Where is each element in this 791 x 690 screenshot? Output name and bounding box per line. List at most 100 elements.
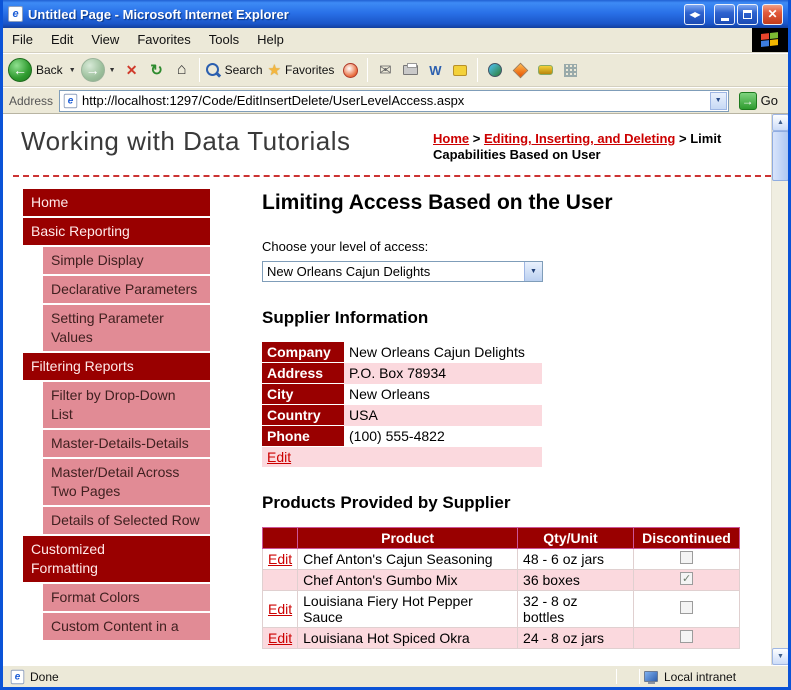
sidebar-item-filter-by-drop-down-list[interactable]: Filter by Drop-Down List xyxy=(43,382,210,428)
toolbar-separator xyxy=(198,58,200,82)
breadcrumb-separator: > xyxy=(472,131,481,146)
scrollbar-thumb[interactable] xyxy=(772,131,788,181)
menu-file[interactable]: File xyxy=(3,28,42,52)
status-page-icon: e xyxy=(10,669,25,684)
menu-edit[interactable]: Edit xyxy=(42,28,82,52)
standard-toolbar: ← Back ▼ → ▼ ✕ ↻ ⌂ Search ★ Favorites ✉ … xyxy=(3,53,788,87)
breadcrumb-section-link[interactable]: Editing, Inserting, and Deleting xyxy=(484,131,675,146)
media-button[interactable] xyxy=(339,59,361,81)
breadcrumb-separator: > xyxy=(679,131,687,146)
back-dropdown-icon[interactable]: ▼ xyxy=(67,67,78,74)
menu-spacer xyxy=(293,28,752,52)
menu-help[interactable]: Help xyxy=(248,28,293,52)
mail-icon[interactable]: ✉ xyxy=(374,59,396,81)
breadcrumb-home-link[interactable]: Home xyxy=(433,131,469,146)
edit-with-word-icon[interactable]: W xyxy=(424,59,446,81)
address-dropdown-button[interactable]: ▼ xyxy=(709,91,727,110)
access-level-dropdown[interactable]: New Orleans Cajun Delights ▼ xyxy=(262,261,543,282)
toolbar-separator xyxy=(367,58,369,82)
window-title: Untitled Page - Microsoft Internet Explo… xyxy=(28,6,289,22)
sidebar-item-details-of-selected-row[interactable]: Details of Selected Row xyxy=(43,507,210,534)
menu-tools[interactable]: Tools xyxy=(200,28,248,52)
menu-favorites[interactable]: Favorites xyxy=(128,28,199,52)
addon-button-3[interactable] xyxy=(534,59,556,81)
table-row: Company New Orleans Cajun Delights xyxy=(262,342,542,363)
addon-button-1[interactable] xyxy=(484,59,506,81)
security-zone-text: Local intranet xyxy=(664,669,737,684)
qty-cell: 48 - 6 oz jars xyxy=(517,548,634,570)
column-header-product: Product xyxy=(297,527,519,549)
close-button[interactable]: ✕ xyxy=(762,3,783,25)
menu-bar: File Edit View Favorites Tools Help xyxy=(3,28,788,53)
sidebar-item-basic-reporting[interactable]: Basic Reporting xyxy=(23,218,210,245)
table-row: Address P.O. Box 78934 xyxy=(262,362,542,384)
refresh-icon[interactable]: ↻ xyxy=(146,59,168,81)
sidebar-item-declarative-parameters[interactable]: Declarative Parameters xyxy=(43,276,210,303)
search-label: Search xyxy=(224,63,263,77)
column-header-discontinued: Discontinued xyxy=(633,527,740,549)
forward-dropdown-icon[interactable]: ▼ xyxy=(107,67,118,74)
vertical-scrollbar[interactable]: ▲ ▼ xyxy=(771,114,788,665)
discontinued-checkbox xyxy=(680,551,693,564)
table-row: Edit Louisiana Fiery Hot Pepper Sauce 32… xyxy=(261,590,740,628)
discuss-icon xyxy=(453,64,468,76)
scroll-up-icon[interactable]: ▲ xyxy=(772,114,788,131)
sidebar-item-custom-content[interactable]: Custom Content in a xyxy=(43,613,210,640)
status-separator xyxy=(616,669,617,684)
edit-link[interactable]: Edit xyxy=(268,630,292,646)
sidebar-item-master-detail-across-two-pages[interactable]: Master/Detail Across Two Pages xyxy=(43,459,210,505)
sidebar-item-master-details-details[interactable]: Master-Details-Details xyxy=(43,430,210,457)
minimize-button[interactable] xyxy=(714,3,735,25)
home-icon[interactable]: ⌂ xyxy=(171,59,193,81)
page-title: Limiting Access Based on the User xyxy=(262,191,613,214)
sidebar-item-setting-parameter-values[interactable]: Setting Parameter Values xyxy=(43,305,210,351)
search-button[interactable]: Search xyxy=(205,62,265,78)
title-extra-button[interactable]: ◀▶ xyxy=(684,3,705,25)
minimize-icon xyxy=(720,17,729,21)
supplier-table: Company New Orleans Cajun Delights Addre… xyxy=(262,342,542,467)
discuss-button[interactable] xyxy=(449,59,471,81)
addon-button-2[interactable] xyxy=(509,59,531,81)
back-button[interactable]: ← Back ▼ xyxy=(8,58,78,82)
windows-flag-icon xyxy=(761,31,779,49)
favorites-button[interactable]: ★ Favorites xyxy=(268,61,337,79)
table-row: Country USA xyxy=(262,404,542,426)
product-cell: Chef Anton's Gumbo Mix xyxy=(297,569,519,591)
forward-button[interactable]: → ▼ xyxy=(80,58,118,82)
qty-cell: 32 - 8 oz bottles xyxy=(517,590,634,628)
sidebar-item-customized-formatting[interactable]: Customized Formatting xyxy=(23,536,210,582)
sidebar-item-filtering-reports[interactable]: Filtering Reports xyxy=(23,353,210,380)
window-controls: ◀▶ ✕ xyxy=(684,3,783,25)
access-level-selected-value: New Orleans Cajun Delights xyxy=(267,264,431,279)
title-bar: e Untitled Page - Microsoft Internet Exp… xyxy=(3,0,788,28)
address-input[interactable]: e http://localhost:1297/Code/EditInsertD… xyxy=(59,89,729,112)
print-button[interactable] xyxy=(399,59,421,81)
local-intranet-icon xyxy=(644,671,658,684)
maximize-icon xyxy=(743,9,752,19)
addon-button-4[interactable] xyxy=(559,59,581,81)
forward-icon: → xyxy=(80,58,105,82)
chevron-down-icon[interactable]: ▼ xyxy=(524,262,542,281)
stop-icon[interactable]: ✕ xyxy=(121,59,143,81)
print-icon xyxy=(402,63,418,75)
menu-view[interactable]: View xyxy=(82,28,128,52)
sidebar-item-simple-display[interactable]: Simple Display xyxy=(43,247,210,274)
maximize-button[interactable] xyxy=(737,3,758,25)
page-icon: e xyxy=(63,93,78,108)
back-label: Back xyxy=(36,63,63,77)
sidebar-item-format-colors[interactable]: Format Colors xyxy=(43,584,210,611)
media-icon xyxy=(342,62,358,78)
ie-page-icon: e xyxy=(8,6,23,22)
supplier-edit-link[interactable]: Edit xyxy=(267,449,291,465)
addon-globe-icon xyxy=(488,63,503,77)
sidebar-item-home[interactable]: Home xyxy=(23,189,210,216)
scroll-down-icon[interactable]: ▼ xyxy=(772,648,788,665)
addon-binoculars-icon xyxy=(537,65,553,75)
edit-link[interactable]: Edit xyxy=(268,551,292,567)
toolbar-separator xyxy=(477,58,479,82)
edit-link[interactable]: Edit xyxy=(268,601,292,617)
table-row: Phone (100) 555-4822 xyxy=(262,425,542,447)
product-cell: Chef Anton's Cajun Seasoning xyxy=(297,548,519,570)
main-content: Limiting Access Based on the User Choose… xyxy=(261,189,740,649)
go-button[interactable]: → Go xyxy=(735,91,782,111)
